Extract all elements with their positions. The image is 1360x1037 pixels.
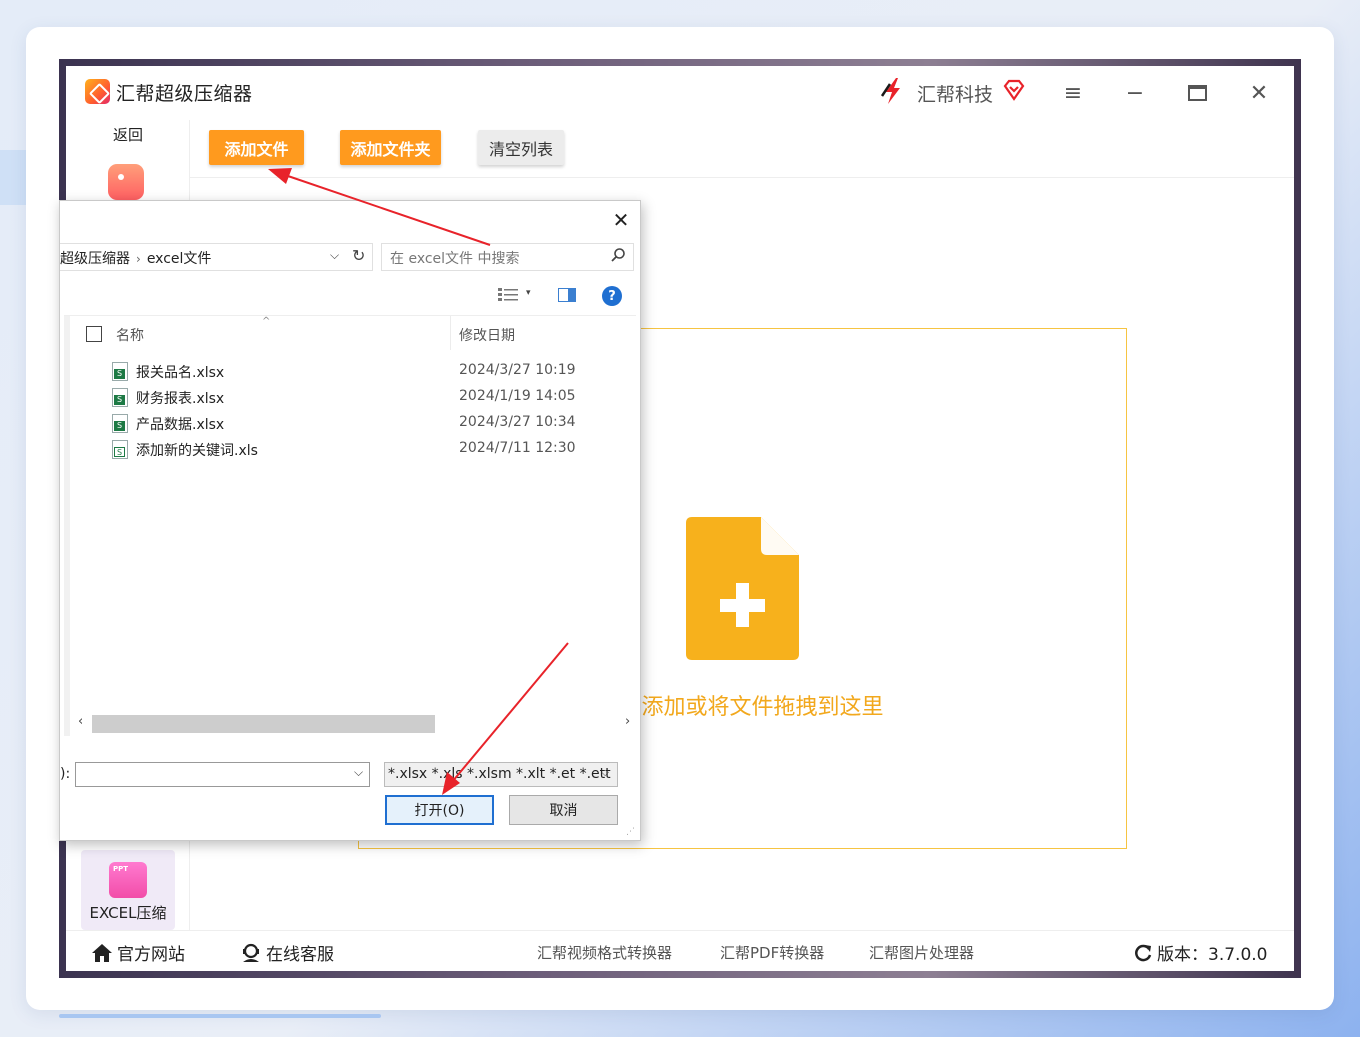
view-options-icon[interactable] [498, 287, 518, 303]
add-file-button[interactable]: 添加文件 [209, 130, 304, 165]
filename-label: ): [60, 766, 71, 782]
toolbar: 添加文件 添加文件夹 清空列表 [190, 120, 1294, 178]
list-item[interactable]: S 添加新的关键词.xls 2024/7/11 12:30 [112, 438, 632, 462]
file-name: 产品数据.xlsx [136, 417, 225, 433]
sidebar-item-label: EXCEL压缩 [89, 904, 167, 922]
view-dropdown-icon[interactable]: ▾ [526, 288, 531, 298]
column-divider[interactable] [450, 316, 451, 350]
card-underline [59, 1014, 381, 1018]
support-label: 在线客服 [266, 945, 334, 965]
file-open-dialog: ✕ 超级压缩器 › excel文件 ⌵ ↻ 在 excel文件 中搜索 ▾ ? 名称… [59, 200, 641, 841]
excel-file-icon: S [112, 440, 128, 459]
title-bar: 汇帮超级压缩器 汇帮科技 ≡ − ✕ [66, 66, 1294, 120]
add-file-icon [686, 517, 799, 660]
filetype-select[interactable]: *.xlsx *.xls *.xlsm *.xlt *.et *.ett ⌵ [384, 762, 618, 787]
horizontal-scrollbar[interactable]: ‹ › [64, 713, 636, 735]
file-date: 2024/7/11 12:30 [459, 440, 576, 456]
search-icon[interactable] [610, 247, 626, 263]
file-date: 2024/1/19 14:05 [459, 388, 576, 404]
breadcrumb-current[interactable]: excel文件 [147, 251, 212, 267]
select-all-checkbox[interactable] [86, 326, 102, 342]
maximize-icon[interactable] [1179, 76, 1215, 110]
refresh-version-icon [1135, 944, 1152, 961]
open-button[interactable]: 打开(O) [385, 795, 494, 825]
official-website-link[interactable]: 官方网站 [91, 940, 185, 965]
home-icon [92, 943, 112, 962]
column-header-name[interactable]: 名称 [116, 325, 144, 345]
scroll-thumb[interactable] [92, 715, 435, 733]
breadcrumb-parent[interactable]: 超级压缩器 [60, 251, 130, 267]
sidebar-item-excel[interactable]: PPT EXCEL压缩 [81, 850, 175, 930]
file-name: 添加新的关键词.xls [136, 443, 258, 459]
excel-file-icon: S [112, 388, 128, 407]
file-list: 名称 ^ 修改日期 S 报关品名.xlsx 2024/3/27 10:19 S … [64, 315, 636, 736]
column-header-date[interactable]: 修改日期 [459, 325, 515, 345]
image-tool-icon[interactable] [108, 164, 144, 200]
online-support-link[interactable]: 在线客服 [240, 940, 334, 965]
version-label: 版本：3.7.0.0 [1157, 945, 1268, 965]
app-title: 汇帮超级压缩器 [116, 83, 253, 105]
dialog-close-icon[interactable]: ✕ [608, 207, 634, 233]
app-logo-icon [85, 79, 110, 104]
search-placeholder: 在 excel文件 中搜索 [390, 251, 520, 267]
website-label: 官方网站 [117, 945, 185, 965]
filename-input[interactable]: ⌵ [75, 762, 370, 787]
file-name: 报关品名.xlsx [136, 365, 225, 381]
resize-grip-icon[interactable]: ⋰ [626, 827, 635, 837]
search-input[interactable]: 在 excel文件 中搜索 [381, 243, 634, 271]
maximize-square [1187, 85, 1207, 101]
cancel-button[interactable]: 取消 [509, 795, 618, 825]
excel-file-icon: S [112, 362, 128, 381]
menu-icon[interactable]: ≡ [1055, 76, 1091, 110]
brand-logo-icon [880, 78, 900, 104]
version-info[interactable]: 版本：3.7.0.0 [1133, 940, 1267, 965]
filename-dropdown-icon[interactable]: ⌵ [354, 765, 363, 780]
excel-tile-badge: PPT [113, 865, 129, 873]
help-icon[interactable]: ? [602, 286, 622, 306]
scroll-right-icon[interactable]: › [625, 714, 630, 729]
file-name: 财务报表.xlsx [136, 391, 225, 407]
breadcrumb: 超级压缩器 › excel文件 [60, 248, 211, 268]
video-converter-link[interactable]: 汇帮视频格式转换器 [537, 942, 672, 963]
filetype-dropdown-icon[interactable]: ⌵ [601, 766, 609, 780]
filetype-value: *.xlsx *.xls *.xlsm *.xlt *.et *.ett [388, 766, 611, 782]
nav-pane-edge [64, 316, 70, 736]
file-date: 2024/3/27 10:34 [459, 414, 576, 430]
excel-file-icon: S [112, 414, 128, 433]
breadcrumb-chevron-icon: › [136, 252, 141, 266]
excel-compress-icon: PPT [109, 862, 147, 898]
refresh-icon[interactable]: ↻ [352, 246, 365, 265]
close-icon[interactable]: ✕ [1241, 76, 1277, 110]
footer: 官方网站 在线客服 汇帮视频格式转换器 汇帮PDF转换器 汇帮图片处理器 版本：… [66, 930, 1294, 971]
sort-caret-icon: ^ [262, 316, 271, 327]
file-date: 2024/3/27 10:19 [459, 362, 576, 378]
support-icon [243, 943, 259, 962]
pdf-converter-link[interactable]: 汇帮PDF转换器 [720, 942, 824, 963]
address-bar[interactable]: 超级压缩器 › excel文件 ⌵ ↻ [60, 243, 373, 271]
address-dropdown-icon[interactable]: ⌵ [330, 248, 339, 263]
image-processor-link[interactable]: 汇帮图片处理器 [869, 942, 974, 963]
vip-diamond-icon[interactable] [1002, 78, 1026, 102]
list-item[interactable]: S 产品数据.xlsx 2024/3/27 10:34 [112, 412, 632, 436]
preview-pane-icon[interactable] [558, 288, 576, 302]
brand-name: 汇帮科技 [917, 84, 994, 106]
list-item[interactable]: S 财务报表.xlsx 2024/1/19 14:05 [112, 386, 632, 410]
back-button[interactable]: 返回 [113, 124, 143, 145]
list-item[interactable]: S 报关品名.xlsx 2024/3/27 10:19 [112, 360, 632, 384]
minimize-icon[interactable]: − [1117, 76, 1153, 110]
scroll-left-icon[interactable]: ‹ [78, 714, 83, 729]
add-folder-button[interactable]: 添加文件夹 [340, 130, 441, 165]
clear-list-button[interactable]: 清空列表 [478, 130, 564, 165]
